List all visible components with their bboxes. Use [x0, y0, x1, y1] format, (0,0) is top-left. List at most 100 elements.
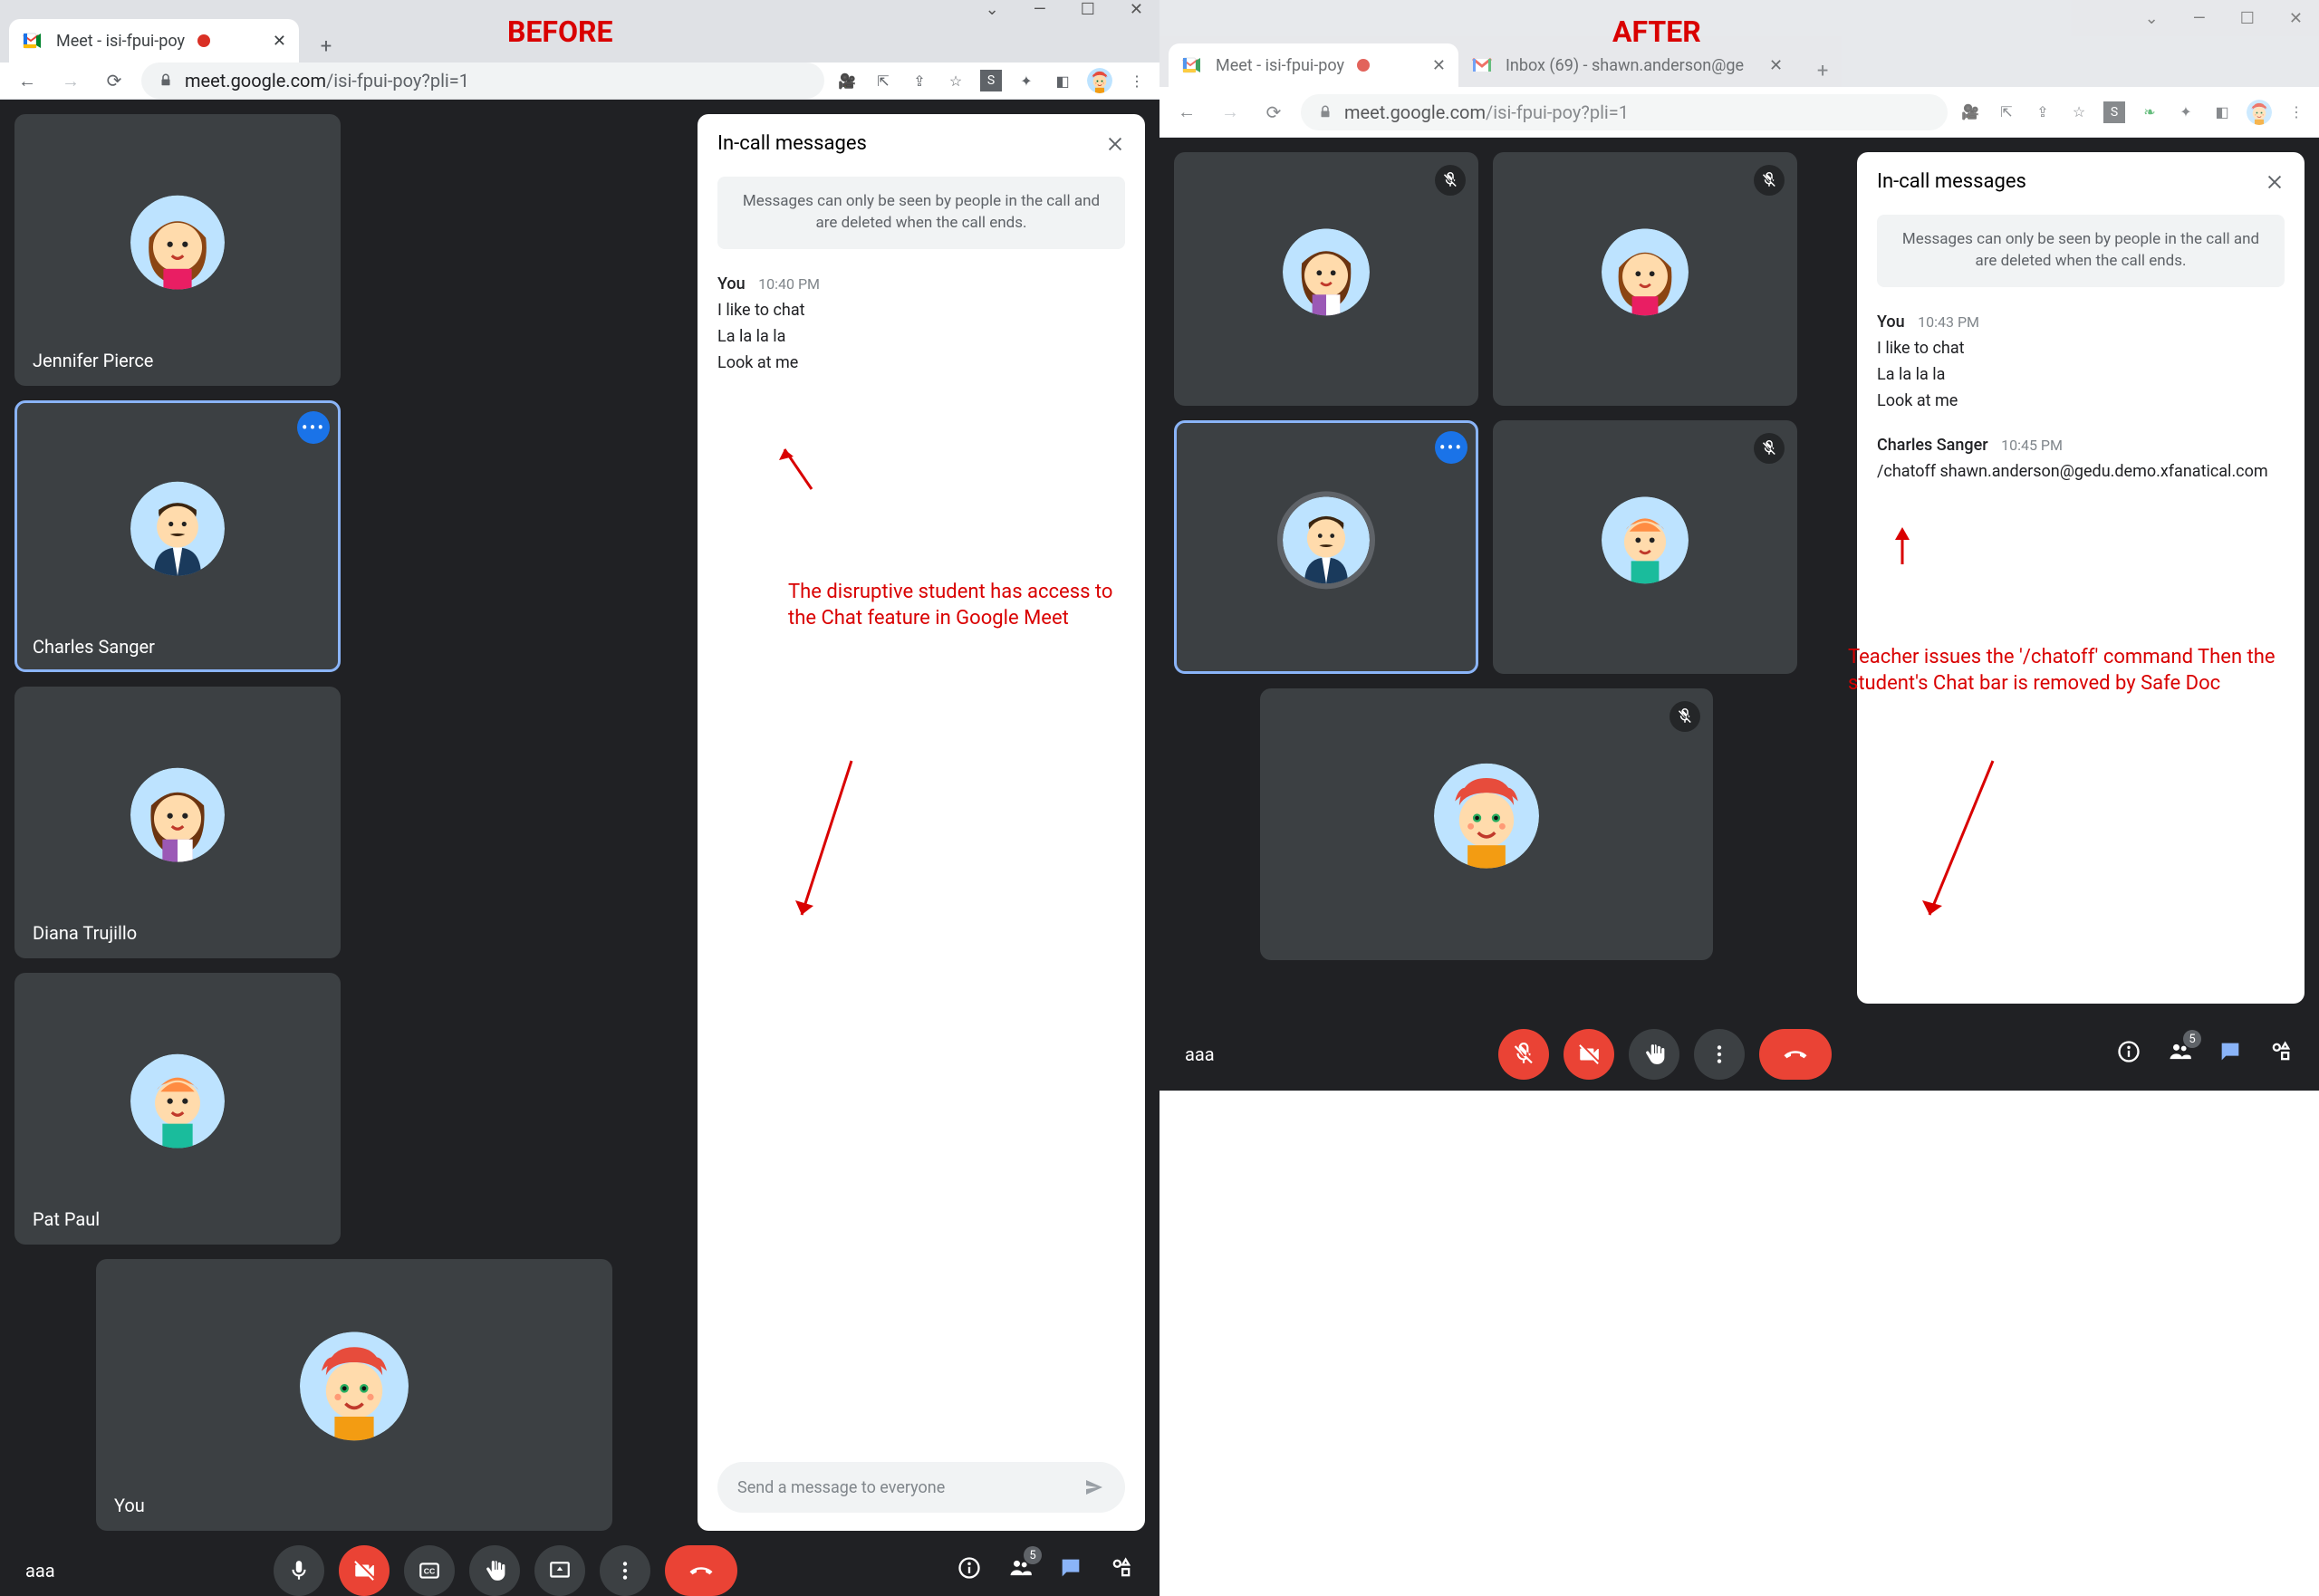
- nav-reload-button[interactable]: ⟳: [98, 64, 130, 97]
- window-minimize-icon[interactable]: —: [2193, 9, 2206, 28]
- lock-icon: [158, 72, 174, 89]
- new-tab-button[interactable]: +: [1806, 54, 1839, 87]
- participant-tile-you[interactable]: [1260, 688, 1713, 960]
- participant-tile[interactable]: [1174, 152, 1478, 406]
- hangup-button[interactable]: [665, 1545, 737, 1596]
- mic-button[interactable]: [274, 1545, 324, 1596]
- camera-permission-icon[interactable]: 🎥: [1958, 101, 1982, 124]
- tab-meet[interactable]: Meet - isi-fpui-poy ✕: [1169, 43, 1458, 87]
- chat-close-icon[interactable]: [1105, 134, 1125, 154]
- meeting-code: aaa: [1185, 1043, 1215, 1065]
- meeting-info-icon[interactable]: [957, 1555, 982, 1586]
- window-close-icon[interactable]: ✕: [2289, 9, 2303, 28]
- profile-avatar[interactable]: [2247, 100, 2272, 125]
- meeting-info-icon[interactable]: [2116, 1039, 2141, 1070]
- send-message-icon[interactable]: [1083, 1476, 1105, 1498]
- extension-leaf-icon[interactable]: ❧: [2138, 101, 2161, 124]
- participant-tile-diana[interactable]: Diana Trujillo: [14, 687, 341, 958]
- chat-header: In-call messages: [1877, 170, 2285, 193]
- window-minimize-icon[interactable]: —: [1034, 0, 1046, 19]
- activities-icon[interactable]: [1109, 1555, 1134, 1586]
- before-pane: BEFORE ⌄ — ☐ ✕ Meet - isi-fpui-poy ✕ + ←…: [0, 0, 1160, 1091]
- avatar-charles: [130, 482, 225, 576]
- bookmark-icon[interactable]: ☆: [2067, 101, 2091, 124]
- avatar-you: [300, 1332, 409, 1440]
- participant-name: You: [96, 1480, 612, 1531]
- present-button[interactable]: [534, 1545, 585, 1596]
- camera-permission-icon[interactable]: 🎥: [835, 69, 859, 92]
- avatar-participant: [1602, 228, 1689, 315]
- participant-tile-you[interactable]: You: [96, 1259, 612, 1531]
- participant-name: Jennifer Pierce: [14, 335, 341, 386]
- share-icon[interactable]: ⇪: [2031, 101, 2054, 124]
- chat-toggle-icon[interactable]: [2218, 1039, 2243, 1070]
- tab-meet[interactable]: Meet - isi-fpui-poy ✕: [9, 19, 299, 62]
- nav-back-button[interactable]: ←: [1170, 96, 1203, 129]
- more-options-button[interactable]: [600, 1545, 650, 1596]
- url-bar[interactable]: meet.google.com/isi-fpui-poy?pli=1: [141, 62, 824, 99]
- nav-forward-button[interactable]: →: [1214, 96, 1246, 129]
- raise-hand-button[interactable]: [469, 1545, 520, 1596]
- video-grid: Jennifer Pierce ••• Charles Sanger Diana…: [0, 100, 694, 1545]
- msg-sender: You: [717, 274, 746, 293]
- msg-line: La la la la: [717, 327, 1125, 346]
- tab-gmail[interactable]: Inbox (69) - shawn.anderson@ge ✕: [1458, 43, 1795, 87]
- tab-close-icon[interactable]: ✕: [1432, 56, 1446, 75]
- window-maximize-icon[interactable]: ☐: [2240, 9, 2255, 28]
- raise-hand-button[interactable]: [1629, 1029, 1679, 1080]
- participant-tile[interactable]: [1493, 420, 1797, 674]
- window-dropdown-icon[interactable]: ⌄: [986, 0, 999, 19]
- participant-tile-charles[interactable]: ••• Charles Sanger: [14, 400, 341, 672]
- sidepanel-icon[interactable]: ◧: [1051, 69, 1074, 92]
- captions-button[interactable]: [404, 1545, 455, 1596]
- chrome-menu-icon[interactable]: ⋮: [1125, 69, 1149, 92]
- participants-icon[interactable]: 5: [1007, 1555, 1033, 1586]
- install-app-icon[interactable]: ⇱: [871, 69, 895, 92]
- participant-tile-jennifer[interactable]: Jennifer Pierce: [14, 114, 341, 386]
- extensions-icon[interactable]: ✦: [1015, 69, 1038, 92]
- camera-button[interactable]: [1564, 1029, 1614, 1080]
- nav-back-button[interactable]: ←: [11, 64, 43, 97]
- window-maximize-icon[interactable]: ☐: [1081, 0, 1095, 19]
- tile-more-button[interactable]: •••: [1435, 431, 1467, 464]
- mic-button[interactable]: [1498, 1029, 1549, 1080]
- tab-close-icon[interactable]: ✕: [1769, 56, 1783, 75]
- avatar-pat: [1602, 496, 1689, 583]
- more-options-button[interactable]: [1694, 1029, 1745, 1080]
- lock-icon: [1317, 104, 1333, 120]
- install-app-icon[interactable]: ⇱: [1995, 101, 2018, 124]
- msg-block-teacher: Charles Sanger 10:45 PM /chatoff shawn.a…: [1877, 436, 2285, 481]
- extensions-icon[interactable]: ✦: [2174, 101, 2198, 124]
- profile-avatar[interactable]: [1087, 68, 1112, 93]
- chat-toggle-icon[interactable]: [1058, 1555, 1083, 1586]
- window-dropdown-icon[interactable]: ⌄: [2145, 9, 2159, 28]
- sidepanel-icon[interactable]: ◧: [2210, 101, 2234, 124]
- nav-reload-button[interactable]: ⟳: [1257, 96, 1290, 129]
- extension-s-icon[interactable]: S: [980, 70, 1002, 91]
- participant-tile-charles[interactable]: •••: [1174, 420, 1478, 674]
- participants-icon[interactable]: 5: [2167, 1039, 2192, 1070]
- participants-count: 5: [2183, 1030, 2201, 1048]
- after-annotation: Teacher issues the '/chatoff' command Th…: [1848, 645, 2283, 697]
- chat-close-icon[interactable]: [2265, 172, 2285, 192]
- chat-input[interactable]: Send a message to everyone: [717, 1462, 1125, 1513]
- nav-forward-button[interactable]: →: [54, 64, 87, 97]
- tile-more-button[interactable]: •••: [297, 411, 330, 444]
- new-tab-button[interactable]: +: [310, 30, 342, 62]
- share-icon[interactable]: ⇪: [908, 69, 931, 92]
- tab-close-icon[interactable]: ✕: [273, 32, 286, 51]
- url-bar[interactable]: meet.google.com/isi-fpui-poy?pli=1: [1301, 94, 1948, 130]
- extension-s-icon[interactable]: S: [2103, 101, 2125, 123]
- camera-button[interactable]: [339, 1545, 390, 1596]
- avatar-pat: [130, 1054, 225, 1149]
- participant-tile-pat[interactable]: Pat Paul: [14, 973, 341, 1245]
- activities-icon[interactable]: [2268, 1039, 2294, 1070]
- annotation-arrow-icon: [1884, 524, 1920, 569]
- window-close-icon[interactable]: ✕: [1130, 0, 1143, 19]
- bookmark-icon[interactable]: ☆: [944, 69, 967, 92]
- url-host: meet.google.com: [185, 70, 326, 91]
- hangup-button[interactable]: [1759, 1029, 1832, 1080]
- chrome-menu-icon[interactable]: ⋮: [2285, 101, 2308, 124]
- participant-tile[interactable]: [1493, 152, 1797, 406]
- msg-time: 10:45 PM: [2001, 437, 2063, 454]
